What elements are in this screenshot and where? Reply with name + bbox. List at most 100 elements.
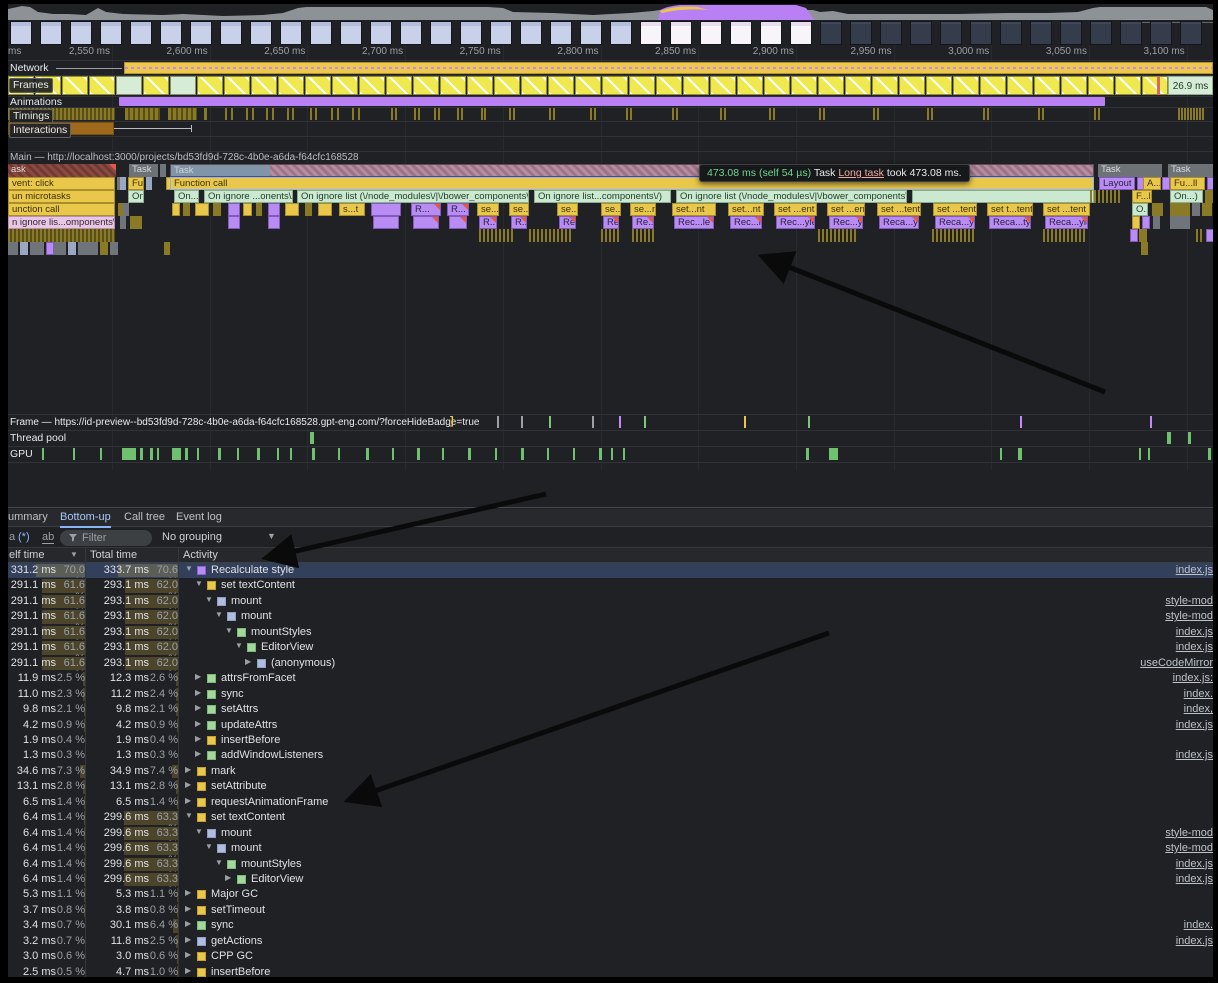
expander-open-icon[interactable]: ▼ — [185, 811, 193, 820]
flame-event[interactable] — [1141, 242, 1148, 255]
frame-segment[interactable] — [683, 76, 709, 95]
table-row[interactable]: 13.1 ms2.8 %13.1 ms2.8 %▶setAttribute — [8, 779, 1213, 794]
filmstrip-thumbnail[interactable] — [1120, 21, 1142, 45]
flame-event[interactable]: unction call — [8, 203, 115, 216]
flame-event[interactable]: s...t — [339, 203, 365, 216]
expander-open-icon[interactable]: ▼ — [195, 827, 203, 836]
flame-event[interactable]: On ignore list (\/node_modules\/|\/bower… — [676, 190, 907, 203]
filmstrip-thumbnail[interactable] — [130, 21, 152, 45]
flame-event[interactable] — [100, 242, 108, 255]
table-row[interactable]: 3.0 ms0.6 %3.0 ms0.6 %▶CPP GC — [8, 949, 1213, 964]
table-row[interactable]: 5.3 ms1.1 %5.3 ms1.1 %▶Major GC — [8, 887, 1213, 902]
frame-segment[interactable] — [332, 76, 358, 95]
frame-segment[interactable] — [1088, 76, 1114, 95]
filmstrip-thumbnail[interactable] — [1000, 21, 1022, 45]
flame-event[interactable]: Rec...le — [674, 216, 714, 229]
expander-closed-icon[interactable]: ▶ — [195, 749, 201, 758]
frame-segment[interactable] — [386, 76, 412, 95]
table-row[interactable]: 331.2 ms70.0 %333.7 ms70.6 %▼Recalculate… — [8, 563, 1213, 578]
flame-event[interactable] — [54, 242, 66, 255]
network-track-bar[interactable] — [124, 62, 1213, 74]
table-row[interactable]: 6.4 ms1.4 %299.6 ms63.3 %▼mountStylesind… — [8, 857, 1213, 872]
flame-event[interactable]: Reca...yle — [935, 216, 975, 229]
flame-event[interactable]: Rec...yle — [776, 216, 815, 229]
flame-event[interactable]: Fu..ll — [128, 177, 144, 190]
filmstrip-thumbnail[interactable] — [910, 21, 932, 45]
source-link[interactable]: index.js — [1176, 719, 1213, 731]
flame-event[interactable] — [268, 216, 280, 229]
flame-event[interactable]: se...nt — [601, 203, 621, 216]
frame-track-label[interactable]: Frame — https://id-preview--bd53fd9d-728… — [10, 417, 479, 428]
frame-segment[interactable] — [170, 76, 196, 95]
source-link[interactable]: index.js — [1176, 641, 1213, 653]
flame-event[interactable] — [120, 216, 126, 229]
flame-event[interactable] — [130, 216, 142, 229]
table-row[interactable]: 6.4 ms1.4 %299.6 ms63.3 %▶EditorViewinde… — [8, 872, 1213, 887]
flame-event[interactable]: set ...ent — [774, 203, 817, 216]
filmstrip-thumbnail[interactable] — [550, 21, 572, 45]
flame-event[interactable]: se...nt — [630, 203, 656, 216]
flame-event[interactable] — [68, 242, 76, 255]
source-link[interactable]: style-mod — [1165, 595, 1213, 607]
expander-closed-icon[interactable]: ▶ — [185, 796, 191, 805]
flame-event[interactable] — [1192, 203, 1200, 216]
frame-segment[interactable] — [818, 76, 844, 95]
frame-segment[interactable] — [251, 76, 277, 95]
source-link[interactable]: useCodeMirror — [1140, 657, 1213, 669]
expander-open-icon[interactable]: ▼ — [225, 626, 233, 635]
expander-closed-icon[interactable]: ▶ — [185, 966, 191, 975]
source-link[interactable]: index, — [1184, 703, 1213, 715]
source-link[interactable]: style-mod — [1165, 610, 1213, 622]
frame-segment[interactable] — [440, 76, 466, 95]
flame-event[interactable] — [243, 203, 252, 216]
flame-event[interactable]: On...) — [128, 190, 144, 203]
flame-event[interactable]: Fu...ll — [1170, 177, 1205, 190]
filmstrip-thumbnail[interactable] — [250, 21, 272, 45]
filmstrip-thumbnail[interactable] — [340, 21, 362, 45]
frame-segment[interactable] — [1115, 76, 1141, 95]
expander-closed-icon[interactable]: ▶ — [195, 672, 201, 681]
flame-event[interactable]: Task — [1168, 164, 1213, 177]
tab-summary[interactable]: ummary — [8, 511, 48, 526]
expander-closed-icon[interactable]: ▶ — [195, 703, 201, 712]
filmstrip-thumbnail[interactable] — [640, 21, 662, 45]
expander-open-icon[interactable]: ▼ — [215, 610, 223, 619]
flame-event[interactable]: Rec...yle — [829, 216, 863, 229]
flame-event[interactable]: Rec...le — [730, 216, 762, 229]
whole-word-icon[interactable]: ab — [42, 531, 54, 544]
flame-event[interactable]: R... — [447, 203, 469, 216]
frame-segment[interactable] — [926, 76, 952, 95]
tab-bottom-up[interactable]: Bottom-up — [60, 511, 111, 528]
flame-event[interactable]: Re..le — [603, 216, 619, 229]
flame-event[interactable] — [160, 164, 166, 177]
flame-event[interactable]: set t...tent — [987, 203, 1033, 216]
frame-segment[interactable] — [89, 76, 115, 95]
filmstrip-thumbnail[interactable] — [310, 21, 332, 45]
filmstrip-thumbnail[interactable] — [220, 21, 242, 45]
flame-event[interactable] — [46, 242, 54, 255]
source-link[interactable]: index.js — [1176, 626, 1213, 638]
filmstrip-thumbnail[interactable] — [1060, 21, 1082, 45]
source-link[interactable]: index. — [1184, 688, 1213, 700]
expander-closed-icon[interactable]: ▶ — [225, 873, 231, 882]
frame-segment[interactable] — [710, 76, 736, 95]
flame-event[interactable] — [120, 177, 126, 190]
frame-segment[interactable] — [143, 76, 169, 95]
table-row[interactable]: 11.9 ms2.5 %12.3 ms2.6 %▶attrsFromFaceti… — [8, 671, 1213, 686]
source-link[interactable]: index.js: — [1173, 672, 1213, 684]
flame-event[interactable]: Task — [129, 164, 158, 177]
cpu-activity-overview[interactable] — [8, 4, 1213, 20]
filmstrip-thumbnail[interactable] — [190, 21, 212, 45]
expander-open-icon[interactable]: ▼ — [235, 641, 243, 650]
flame-event[interactable] — [1170, 203, 1190, 216]
flame-event[interactable]: R...e — [511, 216, 527, 229]
table-row[interactable]: 4.2 ms0.9 %4.2 ms0.9 %▶updateAttrsindex.… — [8, 718, 1213, 733]
table-row[interactable]: 11.0 ms2.3 %11.2 ms2.4 %▶syncindex. — [8, 687, 1213, 702]
expander-open-icon[interactable]: ▼ — [205, 595, 213, 604]
filmstrip-thumbnail[interactable] — [1090, 21, 1112, 45]
frame-segment[interactable] — [467, 76, 493, 95]
frame-segment[interactable] — [845, 76, 871, 95]
source-link[interactable]: index.js — [1176, 935, 1213, 947]
filmstrip-thumbnail[interactable] — [790, 21, 812, 45]
expander-closed-icon[interactable]: ▶ — [185, 780, 191, 789]
